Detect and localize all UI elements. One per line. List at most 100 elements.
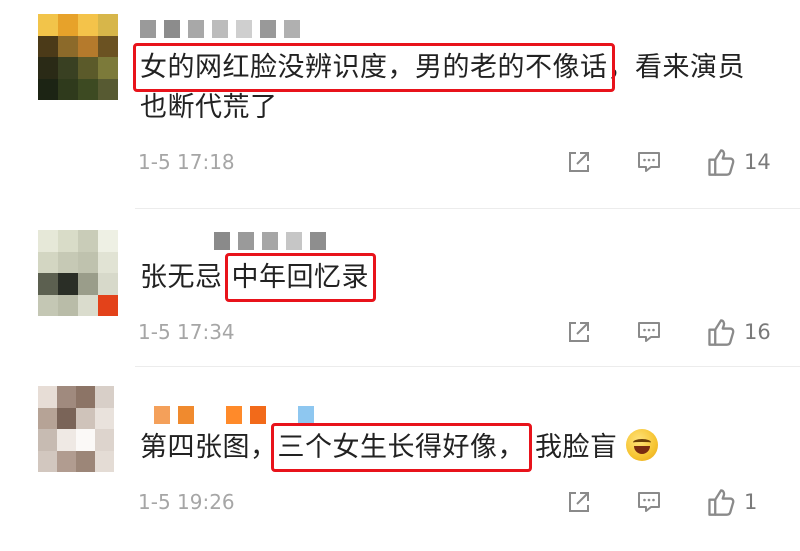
- username[interactable]: [214, 232, 326, 250]
- avatar-pixel: [78, 14, 98, 36]
- comment-text: 张无忌 中年回忆录: [140, 253, 765, 302]
- share-icon[interactable]: [566, 149, 592, 175]
- avatar[interactable]: [38, 230, 118, 316]
- comment-item: 第四张图，三个女生长得好像， 我脸盲 1-5 19:26 1: [0, 366, 800, 551]
- username-pixel: [236, 20, 252, 38]
- share-icon[interactable]: [566, 319, 592, 345]
- avatar-pixel: [58, 273, 78, 295]
- username-pixel: [140, 20, 156, 38]
- avatar-pixel: [57, 450, 76, 472]
- highlighted-text: 三个女生长得好像，: [270, 423, 532, 472]
- comment-timestamp: 1-5 17:18: [138, 150, 235, 174]
- comment-feed: 女的网红脸没辨识度，男的老的不像话，看来演员也断代荒了 1-5 17:18 14…: [0, 0, 800, 551]
- comment-icon[interactable]: [636, 149, 662, 175]
- avatar-pixel: [58, 251, 78, 273]
- avatar-pixel: [38, 78, 58, 100]
- avatar-pixel: [95, 407, 114, 429]
- username-pixel: [164, 20, 180, 38]
- username-pixel: [310, 232, 326, 250]
- avatar-pixel: [38, 429, 57, 451]
- username-pixel: [298, 406, 314, 424]
- avatar-pixel: [58, 14, 78, 36]
- highlighted-text: 女的网红脸没辨识度，男的老的不像话: [133, 43, 615, 92]
- avatar[interactable]: [38, 14, 118, 100]
- avatar-pixel: [98, 78, 118, 100]
- username-pixel: [188, 20, 204, 38]
- username[interactable]: [140, 20, 300, 38]
- avatar-pixel: [78, 78, 98, 100]
- avatar-pixel: [38, 57, 58, 79]
- comment-timestamp: 1-5 17:34: [138, 320, 235, 344]
- username-pixel: [238, 232, 254, 250]
- highlighted-text: 中年回忆录: [224, 253, 376, 302]
- comment-actions: 16: [566, 316, 772, 348]
- comment-timestamp: 1-5 19:26: [138, 490, 235, 514]
- like-count: 14: [744, 150, 771, 174]
- avatar-pixel: [58, 78, 78, 100]
- avatar-pixel: [98, 230, 118, 252]
- comment-item: 张无忌 中年回忆录 1-5 17:34 16: [0, 208, 800, 368]
- avatar-pixel: [95, 386, 114, 408]
- avatar-pixel: [38, 386, 57, 408]
- avatar-pixel: [76, 386, 95, 408]
- avatar-pixel: [76, 407, 95, 429]
- username-pixel: [178, 406, 194, 424]
- username-pixel: [226, 406, 242, 424]
- comment-icon[interactable]: [636, 489, 662, 515]
- avatar-pixel: [98, 294, 118, 316]
- avatar-pixel: [57, 429, 76, 451]
- avatar-pixel: [76, 429, 95, 451]
- avatar-pixel: [38, 273, 58, 295]
- avatar-pixel: [78, 251, 98, 273]
- comment-actions: 14: [566, 146, 772, 178]
- avatar-pixel: [95, 429, 114, 451]
- avatar-pixel: [57, 407, 76, 429]
- thumbs-up-icon: [708, 149, 735, 176]
- avatar-pixel: [58, 57, 78, 79]
- username-pixel: [212, 20, 228, 38]
- avatar[interactable]: [38, 386, 114, 472]
- laughing-emoji-icon: [625, 429, 658, 461]
- like-button[interactable]: 16: [706, 317, 772, 347]
- like-button[interactable]: 1: [706, 487, 772, 517]
- avatar-pixel: [38, 35, 58, 57]
- avatar-pixel: [38, 251, 58, 273]
- like-button[interactable]: 14: [706, 147, 772, 177]
- username-pixel: [202, 406, 218, 424]
- avatar-pixel: [78, 57, 98, 79]
- avatar-pixel: [98, 251, 118, 273]
- avatar-pixel: [98, 57, 118, 79]
- avatar-pixel: [78, 230, 98, 252]
- avatar-pixel: [58, 35, 78, 57]
- avatar-pixel: [38, 407, 57, 429]
- comment-icon[interactable]: [636, 319, 662, 345]
- avatar-pixel: [76, 450, 95, 472]
- avatar-pixel: [38, 294, 58, 316]
- username-pixel: [286, 232, 302, 250]
- username-pixel: [262, 232, 278, 250]
- thumbs-up-icon: [708, 489, 735, 516]
- avatar-pixel: [98, 273, 118, 295]
- like-count: 1: [744, 490, 758, 514]
- avatar-pixel: [58, 230, 78, 252]
- avatar-pixel: [78, 294, 98, 316]
- avatar-pixel: [38, 230, 58, 252]
- avatar-pixel: [95, 450, 114, 472]
- username-pixel: [274, 406, 290, 424]
- username[interactable]: [154, 406, 314, 424]
- avatar-pixel: [57, 386, 76, 408]
- comment-text: 第四张图，三个女生长得好像， 我脸盲: [140, 423, 765, 472]
- username-pixel: [260, 20, 276, 38]
- avatar-pixel: [38, 450, 57, 472]
- avatar-pixel: [58, 294, 78, 316]
- thumbs-up-icon: [708, 319, 735, 346]
- username-pixel: [154, 406, 170, 424]
- avatar-pixel: [38, 14, 58, 36]
- username-pixel: [214, 232, 230, 250]
- comment-actions: 1: [566, 486, 772, 518]
- avatar-pixel: [78, 273, 98, 295]
- avatar-pixel: [98, 14, 118, 36]
- like-count: 16: [744, 320, 771, 344]
- comment-text-before: 第四张图，: [140, 432, 278, 463]
- share-icon[interactable]: [566, 489, 592, 515]
